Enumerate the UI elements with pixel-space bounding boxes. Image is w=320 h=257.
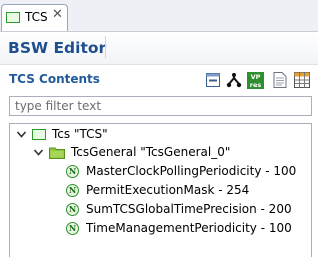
divider bbox=[0, 64, 318, 65]
tree-node-label: PermitExecutionMask - 254 bbox=[86, 183, 250, 197]
editor-header: BSW Editor bbox=[0, 32, 318, 64]
filter-field[interactable] bbox=[9, 96, 312, 116]
editor-title: BSW Editor bbox=[8, 39, 107, 57]
contents-tree: Tcs "TCS" TcsGeneral "TcsGeneral_0" N Ma… bbox=[9, 123, 312, 257]
numeric-parameter-icon: N bbox=[66, 221, 79, 235]
tree-node-group[interactable]: TcsGeneral "TcsGeneral_0" bbox=[33, 143, 230, 161]
table-icon[interactable] bbox=[294, 72, 310, 88]
hierarchy-icon[interactable] bbox=[226, 72, 242, 88]
editor-tab-bar: TCS ✕ bbox=[0, 0, 318, 32]
tree-node-param[interactable]: N TimeManagementPeriodicity - 100 bbox=[66, 219, 292, 237]
section-title: TCS Contents bbox=[9, 72, 100, 86]
svg-text:VP: VP bbox=[251, 73, 261, 81]
tree-node-param[interactable]: N MasterClockPollingPeriodicity - 100 bbox=[66, 162, 296, 180]
svg-text:res: res bbox=[250, 81, 262, 89]
tab-tcs[interactable]: TCS ✕ bbox=[1, 4, 68, 31]
tree-node-label: SumTCSGlobalTimePrecision - 200 bbox=[86, 202, 292, 216]
vp-res-icon[interactable]: VP res bbox=[247, 71, 264, 89]
chevron-down-icon[interactable] bbox=[16, 129, 27, 140]
tree-node-param[interactable]: N PermitExecutionMask - 254 bbox=[66, 181, 249, 199]
container-icon bbox=[6, 12, 20, 23]
numeric-parameter-icon: N bbox=[66, 164, 79, 178]
tree-node-label: TcsGeneral "TcsGeneral_0" bbox=[71, 145, 231, 159]
tree-node-label: TimeManagementPeriodicity - 100 bbox=[86, 221, 292, 235]
chevron-down-icon[interactable] bbox=[33, 147, 44, 158]
tab-label: TCS bbox=[25, 10, 48, 24]
document-icon[interactable] bbox=[272, 72, 288, 88]
close-icon[interactable]: ✕ bbox=[52, 8, 63, 22]
header-divider bbox=[105, 36, 106, 58]
filter-input[interactable] bbox=[15, 98, 305, 114]
tree-node-label: Tcs "TCS" bbox=[52, 127, 108, 141]
tree-node-label: MasterClockPollingPeriodicity - 100 bbox=[86, 164, 297, 178]
tree-node-param[interactable]: N SumTCSGlobalTimePrecision - 200 bbox=[66, 200, 292, 218]
folder-icon bbox=[49, 147, 65, 159]
numeric-parameter-icon: N bbox=[66, 183, 79, 197]
numeric-parameter-icon: N bbox=[66, 202, 79, 216]
tree-node-root[interactable]: Tcs "TCS" bbox=[16, 125, 108, 143]
container-icon bbox=[32, 128, 46, 140]
collapse-all-icon[interactable] bbox=[205, 72, 221, 88]
